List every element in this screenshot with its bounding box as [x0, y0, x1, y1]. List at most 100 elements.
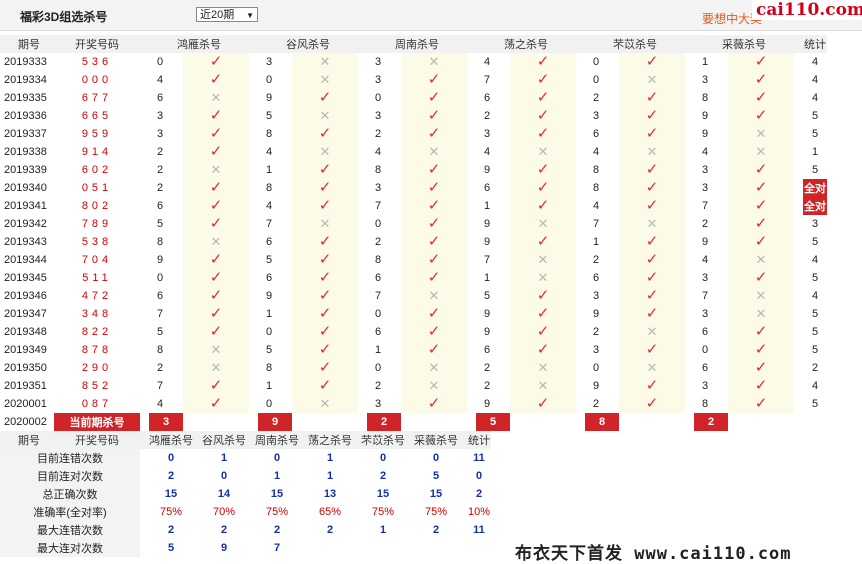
stats-col-total: 统计: [467, 431, 491, 449]
result-cell: ✓: [292, 287, 358, 305]
total-cell: 5: [811, 128, 819, 140]
kill-number-cell: 7: [702, 200, 709, 212]
check-icon: ✓: [754, 233, 768, 250]
period-select[interactable]: 近20期 ▼: [196, 7, 258, 22]
cross-icon: ✕: [755, 126, 767, 141]
check-icon: ✓: [318, 323, 332, 340]
total-cell: 5: [811, 326, 819, 338]
result-cell: ✕: [728, 251, 794, 269]
current-kill-value: 8: [585, 413, 619, 431]
kill-number-cell: 3: [266, 56, 273, 68]
kill-number-cell: 3: [702, 164, 709, 176]
draw-number-cell: 802: [81, 200, 113, 212]
stats-value: 2: [432, 524, 440, 536]
cross-icon: ✕: [537, 252, 549, 267]
check-icon: ✓: [754, 395, 768, 412]
result-cell: ✓: [401, 341, 467, 359]
check-icon: ✓: [645, 89, 659, 106]
kill-number-cell: 8: [157, 236, 164, 248]
cross-icon: ✕: [319, 108, 331, 123]
table-row: 2019348 822 5 ✓ 0 ✓ 6 ✓ 9 ✓ 2 ✕ 6 ✓ 5: [0, 323, 827, 341]
kill-number-cell: 3: [702, 272, 709, 284]
table-row: 2019341 802 6 ✓ 4 ✓ 7 ✓ 1 ✓ 4 ✓ 7 ✓ 全对: [0, 197, 827, 215]
total-cell: 全对: [803, 179, 827, 197]
stats-col-method-2: 谷风杀号: [202, 431, 246, 449]
issue-cell: 2019335: [4, 92, 47, 104]
kill-number-cell: 0: [702, 344, 709, 356]
table-row: 2020001 087 4 ✓ 0 ✕ 3 ✓ 9 ✓ 2 ✓ 8 ✓ 5: [0, 395, 827, 413]
stats-value: 9: [220, 542, 228, 554]
check-icon: ✓: [536, 107, 550, 124]
kill-number-cell: 6: [266, 236, 273, 248]
table-row: 2019346 472 6 ✓ 9 ✓ 7 ✕ 5 ✓ 3 ✓ 7 ✕ 4: [0, 287, 827, 305]
cross-icon: ✕: [319, 144, 331, 159]
kill-number-cell: 3: [375, 110, 382, 122]
draw-number-cell: 348: [81, 308, 113, 320]
kill-number-cell: 9: [484, 398, 491, 410]
total-cell: 3: [811, 218, 819, 230]
col-method-2: 谷风杀号: [258, 35, 358, 53]
check-icon: ✓: [754, 359, 768, 376]
stats-total: 0: [475, 470, 483, 482]
cross-icon: ✕: [537, 378, 549, 393]
stats-value: 75%: [424, 506, 448, 518]
check-icon: ✓: [645, 179, 659, 196]
table-row: 2019351 852 7 ✓ 1 ✓ 2 ✕ 2 ✕ 9 ✓ 3 ✓ 4: [0, 377, 827, 395]
stats-value: 2: [167, 524, 175, 536]
result-cell: ✓: [728, 53, 794, 71]
stats-value: 0: [273, 452, 281, 464]
result-cell: ✓: [510, 341, 576, 359]
kill-number-cell: 3: [484, 128, 491, 140]
issue-cell: 2019334: [4, 74, 47, 86]
stats-col-method-3: 周南杀号: [255, 431, 299, 449]
current-period-row: 2020002 当前期杀号 3 9 2 5 8 2: [0, 413, 827, 431]
check-icon: ✓: [427, 269, 441, 286]
result-cell: ✓: [292, 233, 358, 251]
check-icon: ✓: [645, 305, 659, 322]
result-cell: ✕: [183, 233, 249, 251]
result-cell: ✓: [728, 269, 794, 287]
stats-label: 目前连对次数: [0, 467, 140, 485]
check-icon: ✓: [209, 107, 223, 124]
kill-number-cell: 2: [375, 236, 382, 248]
result-cell: ✓: [510, 395, 576, 413]
check-icon: ✓: [318, 179, 332, 196]
stats-row: 总正确次数 15 14 15 13 15 15 2: [0, 485, 491, 503]
kill-number-cell: 1: [484, 200, 491, 212]
col-method-5: 芣苡杀号: [585, 35, 685, 53]
result-cell: ✓: [510, 197, 576, 215]
stats-total: [467, 539, 491, 557]
check-icon: ✓: [536, 395, 550, 412]
stats-total: 11: [473, 524, 485, 536]
check-icon: ✓: [209, 395, 223, 412]
result-cell: ✓: [619, 161, 685, 179]
check-icon: ✓: [318, 251, 332, 268]
kill-number-cell: 2: [702, 218, 709, 230]
check-icon: ✓: [645, 161, 659, 178]
check-icon: ✓: [754, 89, 768, 106]
draw-number-cell: 914: [81, 146, 113, 158]
kill-number-cell: 9: [484, 236, 491, 248]
stats-col-draw: 开奖号码: [54, 431, 140, 449]
kill-number-cell: 3: [375, 56, 382, 68]
kill-number-cell: 6: [157, 200, 164, 212]
check-icon: ✓: [754, 215, 768, 232]
kill-number-cell: 6: [484, 92, 491, 104]
kill-number-cell: 8: [375, 164, 382, 176]
check-icon: ✓: [427, 107, 441, 124]
result-cell: ✓: [183, 143, 249, 161]
cross-icon: ✕: [428, 288, 440, 303]
cross-icon: ✕: [537, 216, 549, 231]
check-icon: ✓: [209, 143, 223, 160]
result-cell: ✓: [183, 395, 249, 413]
kill-number-cell: 9: [484, 164, 491, 176]
check-icon: ✓: [754, 161, 768, 178]
result-cell: ✓: [510, 323, 576, 341]
kill-number-cell: 6: [266, 272, 273, 284]
stats-value: 2: [220, 524, 228, 536]
current-kill-value: 9: [258, 413, 292, 431]
result-cell: ✓: [401, 89, 467, 107]
check-icon: ✓: [645, 251, 659, 268]
kill-number-cell: 2: [157, 146, 164, 158]
check-icon: ✓: [209, 251, 223, 268]
